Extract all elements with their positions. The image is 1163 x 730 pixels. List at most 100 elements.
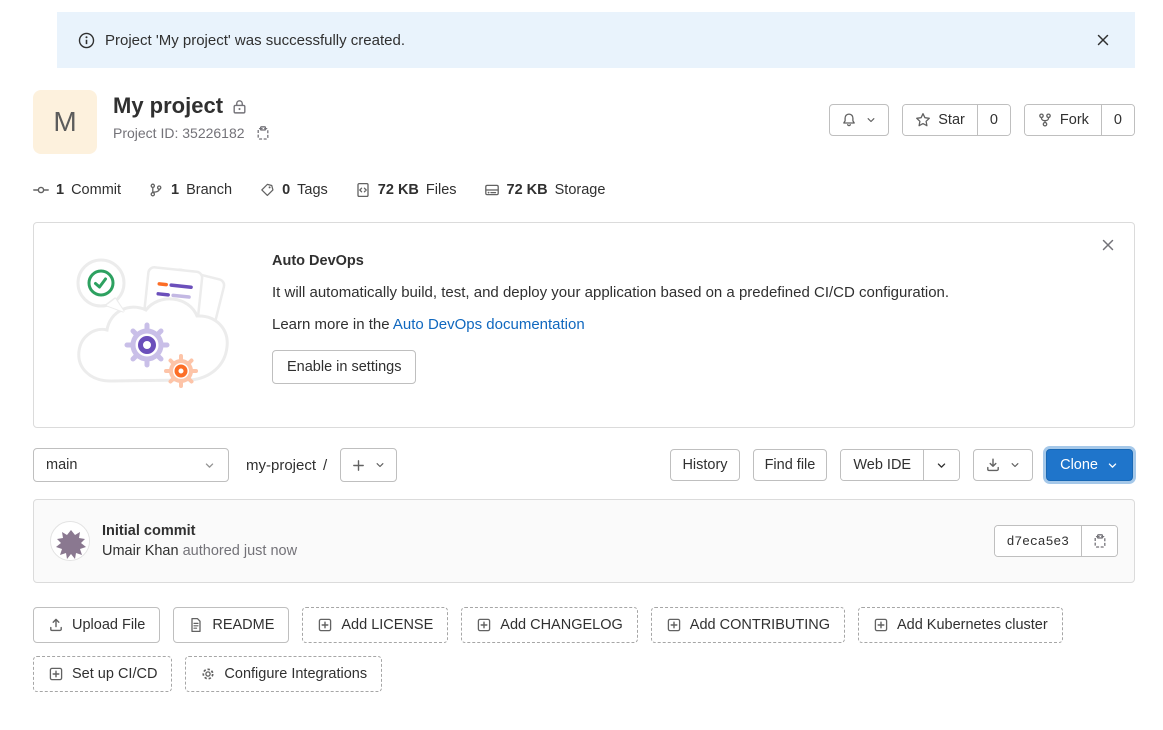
stat-branches[interactable]: 1 Branch [148, 182, 232, 198]
star-button[interactable]: Star [903, 105, 977, 135]
tree-controls: main my-project / History Find file Web … [33, 448, 1135, 482]
commit-sha-group: d7eca5e3 [994, 525, 1118, 557]
web-ide-button[interactable]: Web IDE [841, 450, 923, 480]
commit-sha: d7eca5e3 [995, 526, 1081, 556]
plus-icon [351, 458, 366, 473]
fork-button[interactable]: Fork [1025, 105, 1101, 135]
project-id: Project ID: 35226182 [113, 125, 245, 141]
auto-devops-content: Auto DevOps It will automatically build,… [272, 245, 1110, 403]
project-stats: 1 Commit 1 Branch 0 Tags 72 KB Files 72 … [33, 182, 1135, 198]
breadcrumb: my-project / [246, 457, 327, 474]
enable-in-settings-button[interactable]: Enable in settings [272, 350, 416, 384]
auto-devops-banner: Auto DevOps It will automatically build,… [33, 222, 1135, 428]
commit-title-link[interactable]: Initial commit [102, 523, 195, 539]
commit-author[interactable]: Umair Khan [102, 543, 179, 559]
copy-project-id-button[interactable] [255, 125, 271, 141]
web-ide-button-group: Web IDE [840, 449, 960, 481]
files-size: 72 KB [378, 182, 419, 198]
stat-tags[interactable]: 0 Tags [259, 182, 328, 198]
commit-info: Initial commit Umair Khan authored just … [102, 523, 297, 559]
info-icon [78, 32, 95, 49]
chevron-down-icon [374, 459, 386, 471]
close-icon [1095, 32, 1111, 48]
fork-label: Fork [1060, 112, 1089, 128]
copy-commit-sha-button[interactable] [1081, 526, 1117, 556]
branch-selector[interactable]: main [33, 448, 229, 482]
alert-message: Project 'My project' was successfully cr… [105, 32, 405, 49]
auto-devops-learn-more: Learn more in the Auto DevOps documentat… [272, 316, 1110, 333]
breadcrumb-separator: / [323, 457, 327, 474]
setup-cicd-label: Set up CI/CD [72, 666, 157, 682]
stat-files[interactable]: 72 KB Files [355, 182, 457, 198]
auto-devops-title: Auto DevOps [272, 253, 1110, 269]
fork-count: 0 [1114, 112, 1122, 128]
files-label: Files [426, 182, 457, 198]
add-license-label: Add LICENSE [341, 617, 433, 633]
file-size-icon [355, 182, 371, 198]
upload-file-button[interactable]: Upload File [33, 607, 160, 643]
breadcrumb-project[interactable]: my-project [246, 457, 316, 474]
web-ide-label: Web IDE [853, 457, 911, 473]
star-icon [915, 112, 931, 128]
download-dropdown-button[interactable] [973, 449, 1033, 481]
star-label: Star [938, 112, 965, 128]
project-title: My project [113, 93, 223, 119]
plus-square-icon [476, 617, 492, 633]
readme-button[interactable]: README [173, 607, 289, 643]
alert-close-button[interactable] [1095, 32, 1111, 48]
add-changelog-button[interactable]: Add CHANGELOG [461, 607, 638, 643]
star-count: 0 [990, 112, 998, 128]
web-ide-dropdown-toggle[interactable] [923, 450, 959, 480]
gear-icon [200, 666, 216, 682]
stat-storage[interactable]: 72 KB Storage [484, 182, 606, 198]
document-icon [188, 617, 204, 633]
project-page: Project 'My project' was successfully cr… [0, 0, 1163, 730]
add-kubernetes-cluster-button[interactable]: Add Kubernetes cluster [858, 607, 1063, 643]
project-title-block: My project Project ID: 35226182 [113, 90, 271, 141]
chevron-down-icon [1009, 459, 1021, 471]
branches-label: Branch [186, 182, 232, 198]
notifications-dropdown-button[interactable] [829, 104, 889, 136]
plus-square-icon [666, 617, 682, 633]
fork-icon [1037, 112, 1053, 128]
plus-square-icon [48, 666, 64, 682]
commit-icon [33, 182, 49, 198]
commits-count: 1 [56, 182, 64, 198]
find-file-button[interactable]: Find file [753, 449, 828, 481]
star-count-button[interactable]: 0 [977, 105, 1010, 135]
fork-button-group: Fork 0 [1024, 104, 1135, 136]
commits-label: Commit [71, 182, 121, 198]
tags-count: 0 [282, 182, 290, 198]
private-lock-icon [231, 98, 248, 115]
last-commit-card: Initial commit Umair Khan authored just … [33, 499, 1135, 583]
fork-count-button[interactable]: 0 [1101, 105, 1134, 135]
commit-meta-text: authored just now [183, 543, 297, 559]
setup-cicd-button[interactable]: Set up CI/CD [33, 656, 172, 692]
copy-icon [1092, 533, 1108, 549]
chevron-down-icon [935, 459, 948, 472]
add-contributing-button[interactable]: Add CONTRIBUTING [651, 607, 845, 643]
plus-square-icon [873, 617, 889, 633]
tree-actions: History Find file Web IDE Clone [670, 449, 1135, 481]
learn-more-prefix: Learn more in the [272, 316, 390, 333]
auto-devops-doc-link[interactable]: Auto DevOps documentation [393, 316, 585, 333]
add-changelog-label: Add CHANGELOG [500, 617, 623, 633]
chevron-down-icon [865, 114, 877, 126]
branches-count: 1 [171, 182, 179, 198]
stat-commits[interactable]: 1 Commit [33, 182, 121, 198]
clone-dropdown-button[interactable]: Clone [1046, 449, 1133, 481]
add-file-dropdown-button[interactable] [340, 448, 397, 482]
quick-actions-row-2: Set up CI/CD Configure Integrations [33, 656, 1135, 692]
clone-label: Clone [1060, 457, 1098, 473]
tag-icon [259, 182, 275, 198]
flash-alert: Project 'My project' was successfully cr… [57, 12, 1135, 68]
configure-integrations-label: Configure Integrations [224, 666, 367, 682]
configure-integrations-button[interactable]: Configure Integrations [185, 656, 382, 692]
project-avatar: M [33, 90, 97, 154]
history-button[interactable]: History [670, 449, 739, 481]
auto-devops-illustration [34, 245, 272, 403]
upload-icon [48, 617, 64, 633]
add-license-button[interactable]: Add LICENSE [302, 607, 448, 643]
storage-icon [484, 182, 500, 198]
auto-devops-close-button[interactable] [1100, 237, 1116, 253]
